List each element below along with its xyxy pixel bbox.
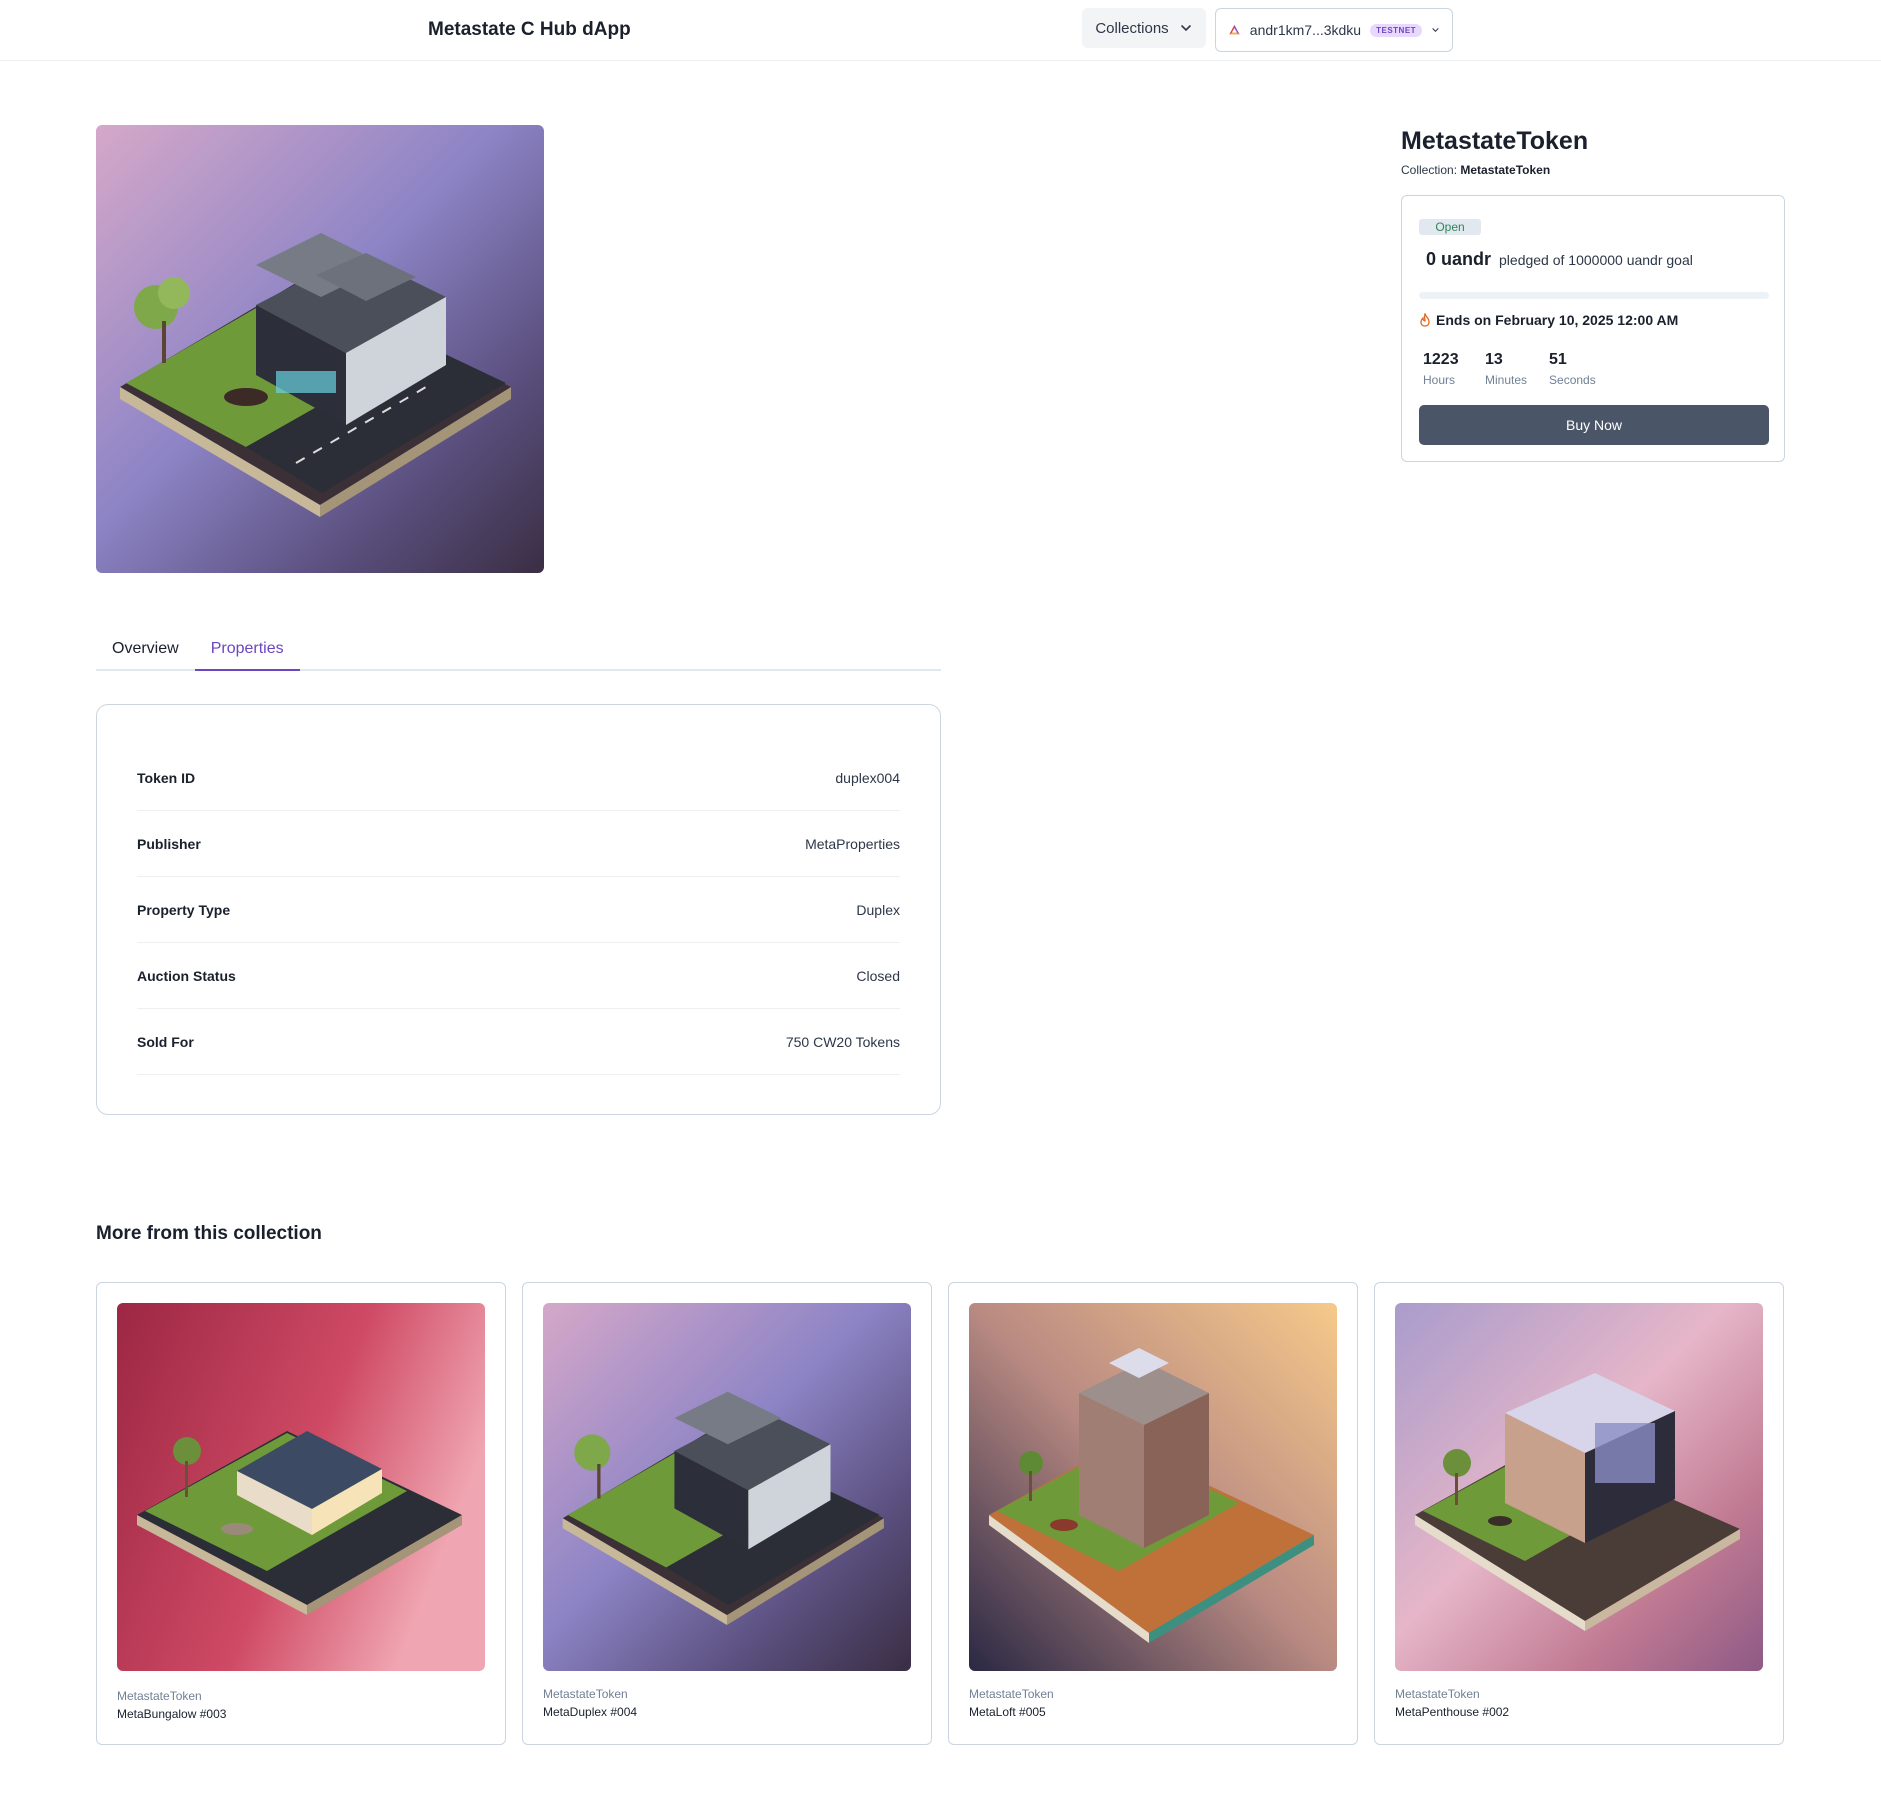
countdown-value: 51 [1549,351,1567,368]
countdown-unit: Minutes [1485,373,1528,387]
countdown-value: 1223 [1423,351,1459,368]
property-label: Publisher [137,835,201,852]
property-label: Property Type [137,901,231,918]
nft-card[interactable]: MetastateToken MetaDuplex #004 [522,1282,932,1745]
isometric-duplex-house-image [96,125,544,573]
countdown-unit: Seconds [1549,373,1596,387]
property-value: Duplex [856,901,900,918]
nft-image[interactable] [969,1303,1337,1671]
countdown-unit: Hours [1423,373,1456,387]
nft-card[interactable]: MetastateToken MetaLoft #005 [948,1282,1358,1745]
nft-collection-name: MetastateToken [117,1689,202,1703]
detail-tabs: Overview Properties [96,628,941,671]
collection-line: Collection: MetastateToken [1401,163,1550,177]
countdown-value: 13 [1485,351,1503,368]
nft-name: MetaDuplex #004 [543,1705,638,1719]
nft-card[interactable]: MetastateToken MetaPenthouse #002 [1374,1282,1784,1745]
pledged-amount: 0 uandr [1426,249,1492,269]
countdown-timer: 1223 Hours 13 Minutes 51 Seconds [1423,351,1596,387]
nft-name: MetaBungalow #003 [117,1707,227,1721]
chevron-down-icon [1432,28,1439,33]
tab-overview[interactable]: Overview [96,628,195,671]
nft-collection-name: MetastateToken [1395,1687,1480,1701]
tab-properties[interactable]: Properties [194,628,300,671]
nft-name: MetaPenthouse #002 [1395,1705,1510,1719]
ends-line: Ends on February 10, 2025 12:00 AM [1419,312,1678,328]
andromeda-logo-icon [1229,24,1240,35]
nft-card[interactable]: MetastateToken MetaBungalow #003 [96,1282,506,1745]
auction-card: Open 0 uandr pledged of 1000000 uandr go… [1401,195,1785,462]
properties-card: Token ID duplex004 Publisher MetaPropert… [96,704,941,1115]
wallet-dropdown-button[interactable]: andr1km7...3kdku TESTNET [1215,8,1453,52]
property-label: Sold For [137,1033,194,1050]
isometric-bungalow-image [117,1303,485,1671]
nft-collection-name: MetastateToken [969,1687,1054,1701]
property-row-auction-status: Auction Status Closed [137,943,900,1009]
nft-image[interactable] [543,1303,911,1671]
property-value: Closed [856,967,900,984]
property-row-property-type: Property Type Duplex [137,877,900,943]
token-image [96,125,544,573]
funding-progress-bar [1419,292,1769,299]
property-value: MetaProperties [805,835,900,852]
pledged-text: pledged of 1000000 uandr goal [1499,252,1693,268]
wallet-address: andr1km7...3kdku [1249,22,1362,38]
buy-now-button[interactable]: Buy Now [1419,405,1769,445]
chevron-down-icon [1180,25,1191,32]
isometric-loft-image [969,1303,1337,1671]
property-label: Token ID [137,769,196,786]
isometric-duplex-image [543,1303,911,1671]
more-from-collection-heading: More from this collection [96,1223,322,1244]
nft-image[interactable] [117,1303,485,1671]
countdown-seconds: 51 Seconds [1549,351,1596,387]
collections-dropdown-button[interactable]: Collections [1082,8,1206,48]
countdown-minutes: 13 Minutes [1485,351,1527,387]
nft-name: MetaLoft #005 [969,1705,1046,1719]
property-row-token-id: Token ID duplex004 [137,745,900,811]
collections-label: Collections [1095,19,1169,37]
collection-name[interactable]: MetastateToken [1460,163,1550,177]
property-row-publisher: Publisher MetaProperties [137,811,900,877]
property-value: 750 CW20 Tokens [785,1033,900,1050]
ends-text: Ends on February 10, 2025 12:00 AM [1436,312,1679,328]
nft-image[interactable] [1395,1303,1763,1671]
top-header: Metastate C Hub dApp Collections andr1km… [0,0,1881,61]
countdown-hours: 1223 Hours [1423,351,1463,387]
property-row-sold-for: Sold For 750 CW20 Tokens [137,1009,900,1075]
isometric-penthouse-image [1395,1303,1763,1671]
property-label: Auction Status [137,967,236,984]
app-title[interactable]: Metastate C Hub dApp [428,19,631,41]
flame-icon [1420,313,1430,327]
collection-prefix: Collection: [1401,163,1458,177]
token-title: MetastateToken [1401,127,1589,155]
network-badge: TESTNET [1370,23,1423,37]
status-badge: Open [1419,219,1481,235]
property-value: duplex004 [835,769,900,786]
pledge-line: 0 uandr pledged of 1000000 uandr goal [1426,249,1693,270]
nft-collection-name: MetastateToken [543,1687,628,1701]
